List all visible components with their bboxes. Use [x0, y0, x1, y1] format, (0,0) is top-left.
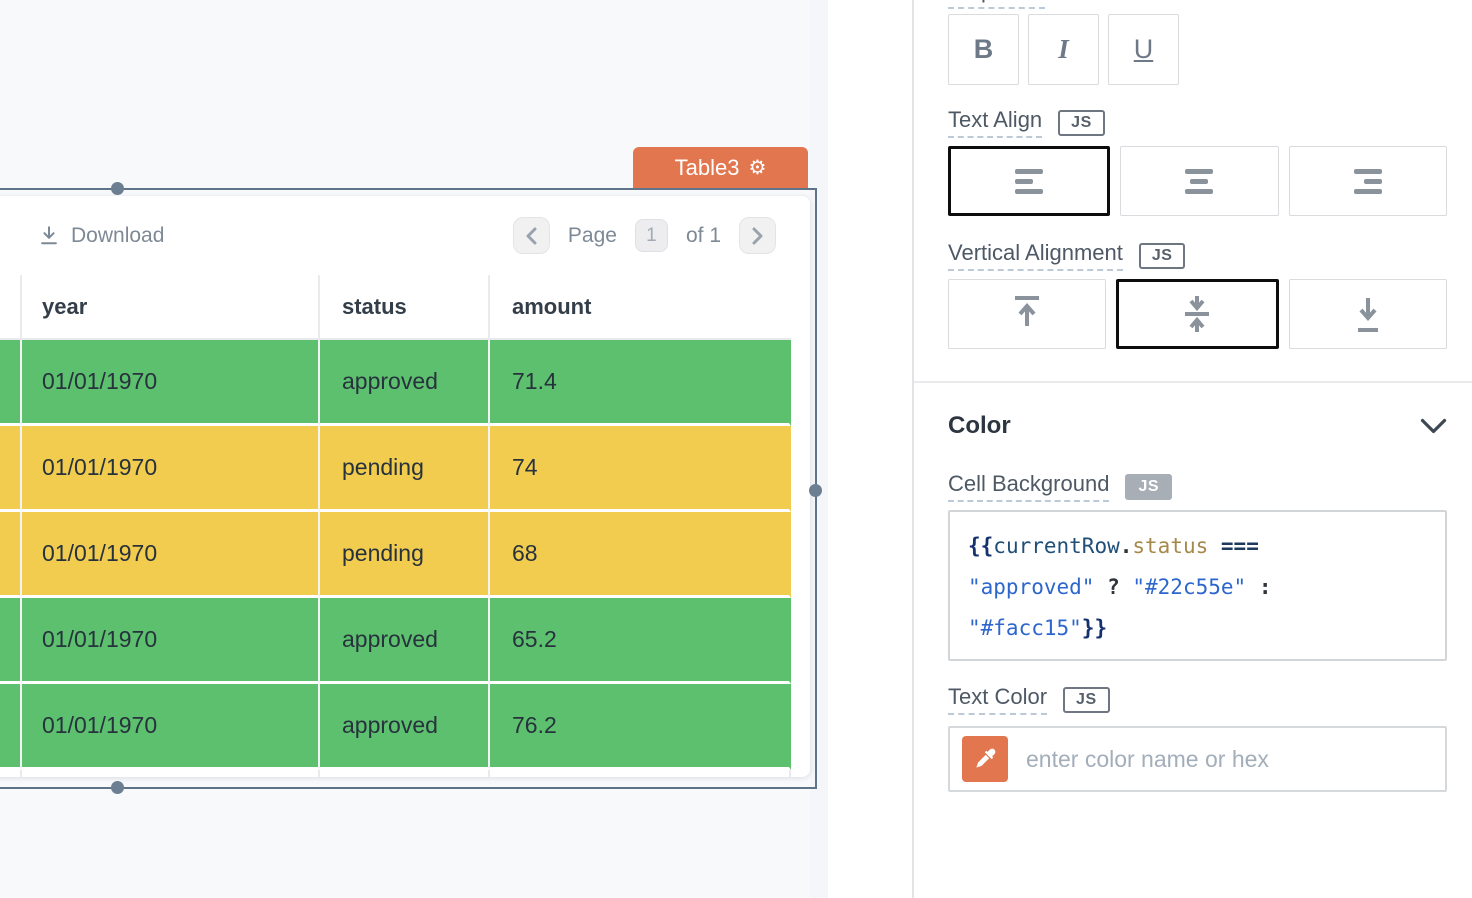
pagination: Page of 1 — [513, 217, 776, 254]
header-cell-spacer — [0, 275, 22, 340]
table-cell[interactable]: pending — [320, 512, 490, 598]
table-cell[interactable]: 01/01/1970 — [22, 598, 320, 684]
cell-background-js-badge[interactable]: JS — [1125, 474, 1172, 500]
header-cell-amount[interactable]: amount — [490, 275, 791, 340]
table-cell[interactable]: 68 — [490, 512, 791, 598]
page-number-input[interactable] — [635, 219, 668, 252]
page-total-label: of 1 — [686, 224, 721, 248]
component-tab-label: Table3 — [675, 155, 740, 181]
emphasis-section: Emphasis JS — [948, 0, 1447, 9]
table-cell[interactable] — [0, 684, 22, 770]
chevron-left-icon — [525, 227, 537, 245]
align-center-icon — [1185, 169, 1213, 194]
table-header: year status amount — [0, 275, 810, 340]
table-row[interactable]: 01/01/1970approved65.2 — [0, 598, 810, 684]
canvas-scroll-gutter — [810, 0, 828, 898]
valign-bottom-icon — [1349, 294, 1387, 334]
table-cell[interactable]: approved — [320, 684, 490, 770]
table-toolbar: Download Page of 1 — [0, 196, 810, 275]
table-cell[interactable]: pending — [320, 426, 490, 512]
text-align-buttons — [948, 146, 1447, 216]
table-row[interactable]: 01/01/1970pending68 — [0, 512, 810, 598]
align-right-button[interactable] — [1289, 146, 1447, 216]
text-color-row: Text Color JS — [948, 684, 1447, 715]
page-label: Page — [568, 224, 617, 248]
underline-button[interactable]: U — [1108, 14, 1179, 85]
table-cell[interactable]: 01/01/1970 — [22, 340, 320, 426]
text-align-row: Text Align JS — [948, 107, 1447, 138]
table-row[interactable]: 01/01/1970pending74 — [0, 426, 810, 512]
code-line: {{currentRow.status === — [968, 526, 1427, 567]
table-cell[interactable]: 71.4 — [490, 340, 791, 426]
table-card: Download Page of 1 year status amount 01… — [0, 196, 810, 777]
align-left-button[interactable] — [948, 146, 1110, 216]
align-left-icon — [1015, 169, 1043, 194]
collapse-chevron-icon[interactable] — [1420, 418, 1447, 435]
table-cell[interactable] — [0, 598, 22, 684]
vertical-alignment-buttons — [948, 279, 1447, 349]
table-cell[interactable]: 01/01/1970 — [22, 684, 320, 770]
chevron-right-icon — [752, 227, 764, 245]
vertical-alignment-js-badge[interactable]: JS — [1139, 243, 1186, 269]
table-cell[interactable] — [0, 340, 22, 426]
code-line: "#facc15"}} — [968, 608, 1427, 649]
color-swatch-button[interactable] — [962, 736, 1008, 782]
valign-top-button[interactable] — [948, 279, 1106, 349]
gear-icon[interactable]: ⚙︎ — [748, 158, 766, 178]
download-button[interactable]: Download — [38, 224, 164, 248]
selection-handle-right[interactable] — [809, 484, 822, 497]
valign-middle-button[interactable] — [1116, 279, 1278, 349]
text-color-js-badge[interactable]: JS — [1063, 687, 1110, 713]
italic-button[interactable]: I — [1028, 14, 1099, 85]
vertical-alignment-row: Vertical Alignment JS — [948, 240, 1447, 271]
color-section-title: Color — [948, 412, 1011, 440]
download-icon — [38, 224, 60, 247]
align-right-icon — [1354, 169, 1382, 194]
table-cell[interactable]: approved — [320, 598, 490, 684]
eyedropper-icon — [972, 746, 998, 772]
valign-bottom-button[interactable] — [1289, 279, 1447, 349]
table-cell[interactable]: 76.2 — [490, 684, 791, 770]
table-cell[interactable]: approved — [320, 340, 490, 426]
text-color-input[interactable] — [1026, 746, 1433, 773]
table-row[interactable]: 01/01/1970approved76.2 — [0, 684, 810, 770]
color-section-header[interactable]: Color — [948, 412, 1447, 440]
download-label: Download — [71, 224, 164, 248]
table-cell[interactable]: 01/01/1970 — [22, 512, 320, 598]
table-cell[interactable] — [0, 512, 22, 598]
valign-top-icon — [1008, 294, 1046, 334]
header-cell-year[interactable]: year — [22, 275, 320, 340]
vertical-alignment-label: Vertical Alignment — [948, 240, 1123, 271]
valign-middle-icon — [1178, 294, 1216, 334]
section-divider — [914, 381, 1472, 383]
text-align-js-badge[interactable]: JS — [1058, 110, 1105, 136]
table-cell[interactable]: 01/01/1970 — [22, 426, 320, 512]
code-line: "approved" ? "#22c55e" : — [968, 567, 1427, 608]
table-cell[interactable] — [0, 426, 22, 512]
bold-button[interactable]: B — [948, 14, 1019, 85]
header-cell-status[interactable]: status — [320, 275, 490, 340]
table-row[interactable]: 01/01/1970approved71.4 — [0, 340, 810, 426]
component-tab-table3[interactable]: Table3 ⚙︎ — [633, 147, 808, 188]
table-body: 01/01/1970approved71.401/01/1970pending7… — [0, 340, 810, 770]
selection-handle-bottom[interactable] — [111, 781, 124, 794]
emphasis-buttons: B I U — [948, 14, 1447, 85]
next-page-button[interactable] — [739, 217, 776, 254]
cell-background-label: Cell Background — [948, 471, 1109, 502]
table-cell[interactable]: 74 — [490, 426, 791, 512]
selection-handle-top[interactable] — [111, 182, 124, 195]
align-center-button[interactable] — [1120, 146, 1278, 216]
text-align-label: Text Align — [948, 107, 1042, 138]
inspector-panel: Emphasis JS B I U Text Align JS Vertical… — [912, 0, 1472, 898]
emphasis-label: Emphasis — [948, 0, 1045, 9]
table-cell[interactable]: 65.2 — [490, 598, 791, 684]
cell-background-row: Cell Background JS — [948, 471, 1447, 502]
text-color-input-wrapper — [948, 726, 1447, 792]
editor-gap — [828, 0, 912, 898]
cell-background-code-editor[interactable]: {{currentRow.status ==="approved" ? "#22… — [948, 510, 1447, 661]
prev-page-button[interactable] — [513, 217, 550, 254]
table-row-partial — [0, 770, 810, 777]
text-color-label: Text Color — [948, 684, 1047, 715]
